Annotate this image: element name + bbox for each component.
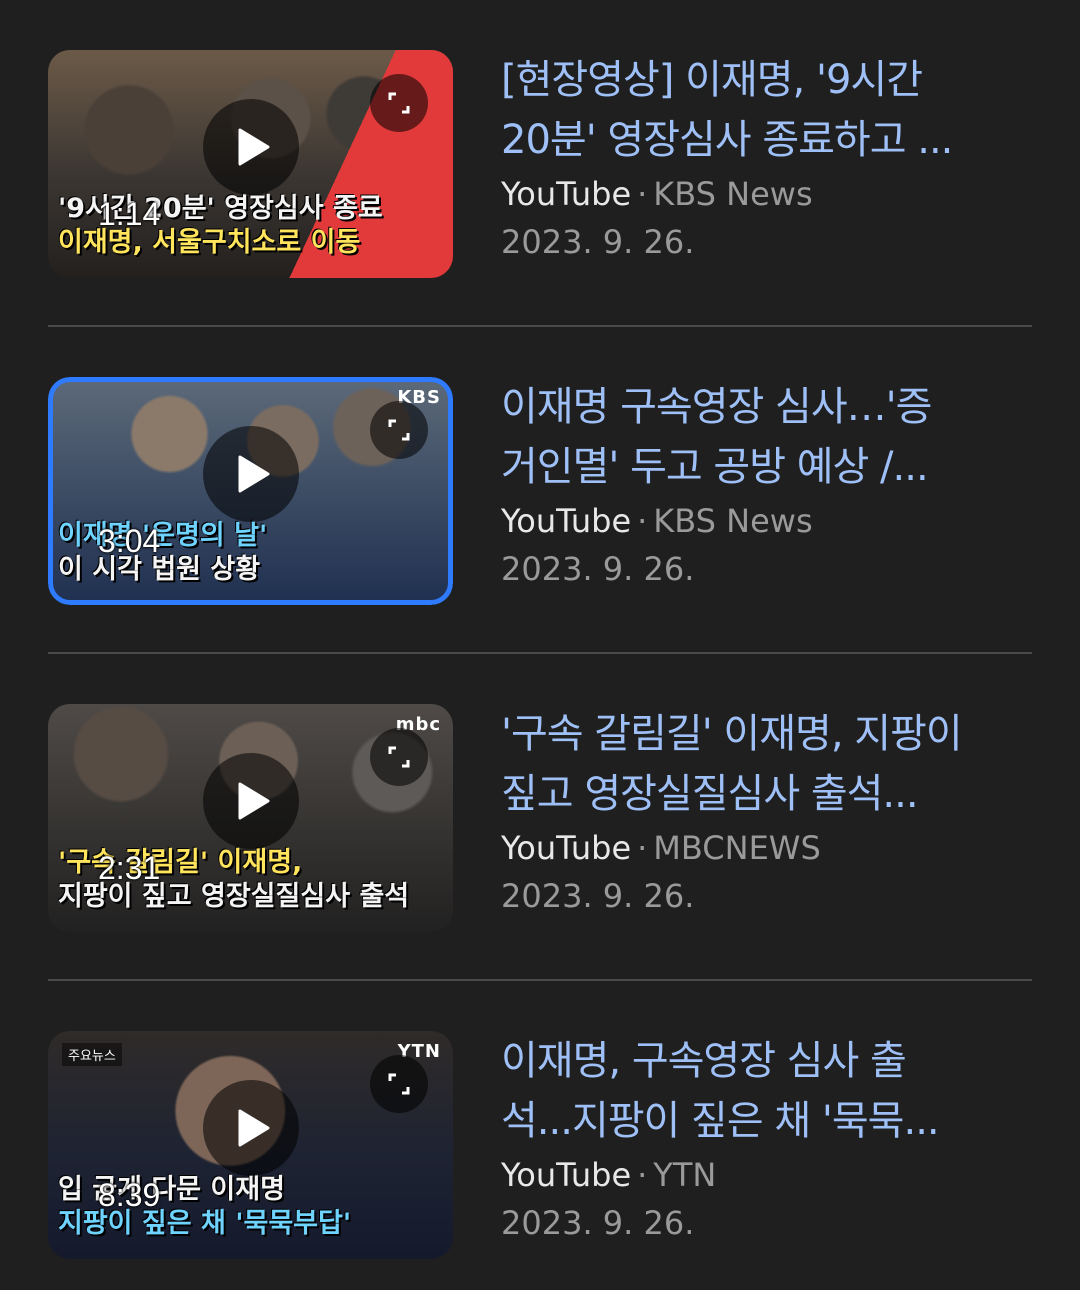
play-icon xyxy=(238,1109,270,1147)
divider xyxy=(48,325,1032,327)
video-date: 2023. 9. 26. xyxy=(501,550,695,588)
video-info: 이재명 구속영장 심사…'증 거인멸' 두고 공방 예상 /... YouTub… xyxy=(501,377,1032,605)
thumbnail-tag: 주요뉴스 xyxy=(62,1043,122,1066)
video-channel: KBS News xyxy=(653,502,813,540)
expand-button[interactable] xyxy=(370,74,428,132)
expand-icon xyxy=(388,746,410,768)
separator-dot: · xyxy=(637,175,648,213)
play-icon xyxy=(238,128,270,166)
separator-dot: · xyxy=(637,829,648,867)
video-title[interactable]: 이재명 구속영장 심사…'증 거인멸' 두고 공방 예상 /... xyxy=(501,377,1032,497)
expand-button[interactable] xyxy=(370,401,428,459)
video-date: 2023. 9. 26. xyxy=(501,223,695,261)
video-info: '구속 갈림길' 이재명, 지팡이 짚고 영장실질심사 출석... YouTub… xyxy=(501,704,1032,932)
video-title-line: 이재명, 구속영장 심사 출 xyxy=(501,1038,907,1084)
play-icon xyxy=(238,782,270,820)
play-button[interactable] xyxy=(203,1080,299,1176)
video-title[interactable]: '구속 갈림길' 이재명, 지팡이 짚고 영장실질심사 출석... xyxy=(501,704,1032,824)
video-date: 2023. 9. 26. xyxy=(501,1204,695,1242)
video-meta: YouTube · KBS News xyxy=(501,497,1032,545)
video-channel: MBCNEWS xyxy=(653,829,821,867)
divider xyxy=(48,979,1032,981)
expand-button[interactable] xyxy=(370,1055,428,1113)
video-duration: 1:14 xyxy=(98,196,161,232)
video-title-line: 거인멸' 두고 공방 예상 /... xyxy=(501,444,929,490)
video-source: YouTube xyxy=(501,175,632,213)
separator-dot: · xyxy=(637,502,648,540)
play-icon xyxy=(238,455,270,493)
video-title-line: 석...지팡이 짚은 채 '묵묵... xyxy=(501,1098,940,1144)
expand-button[interactable] xyxy=(370,728,428,786)
video-meta: YouTube · YTN xyxy=(501,1151,1032,1199)
video-thumbnail[interactable]: mbc '구속 갈림길' 이재명, 지팡이 짚고 영장실질심사 출석 2:31 xyxy=(48,704,453,932)
video-meta: YouTube · MBCNEWS xyxy=(501,824,1032,872)
play-button[interactable] xyxy=(203,753,299,849)
separator-dot: · xyxy=(637,1156,648,1194)
video-source: YouTube xyxy=(501,502,632,540)
video-duration: 3:04 xyxy=(98,523,161,559)
divider xyxy=(48,652,1032,654)
video-source: YouTube xyxy=(501,1156,632,1194)
video-title-line: '구속 갈림길' 이재명, 지팡이 xyxy=(501,711,963,757)
video-result-item[interactable]: KBS 이재명 '운명의 날' 이 시각 법원 상황 3:04 이재명 구속영장… xyxy=(48,377,1032,605)
video-title[interactable]: 이재명, 구속영장 심사 출 석...지팡이 짚은 채 '묵묵... xyxy=(501,1031,1032,1151)
video-channel: YTN xyxy=(653,1156,717,1194)
video-thumbnail[interactable]: '9시간 20분' 영장심사 종료 이재명, 서울구치소로 이동 1:14 xyxy=(48,50,453,278)
video-result-item[interactable]: '9시간 20분' 영장심사 종료 이재명, 서울구치소로 이동 1:14 [현… xyxy=(48,50,1032,278)
video-date: 2023. 9. 26. xyxy=(501,877,695,915)
video-info: [현장영상] 이재명, '9시간 20분' 영장심사 종료하고 ... YouT… xyxy=(501,50,1032,278)
video-info: 이재명, 구속영장 심사 출 석...지팡이 짚은 채 '묵묵... YouTu… xyxy=(501,1031,1032,1259)
video-title-line: [현장영상] 이재명, '9시간 xyxy=(501,57,923,103)
video-channel: KBS News xyxy=(653,175,813,213)
video-thumbnail[interactable]: 주요뉴스 YTN 입 굳게 다문 이재명 지팡이 짚은 채 '묵묵부답' 8:3… xyxy=(48,1031,453,1259)
expand-icon xyxy=(388,92,410,114)
video-duration: 2:31 xyxy=(98,850,161,886)
video-result-item[interactable]: 주요뉴스 YTN 입 굳게 다문 이재명 지팡이 짚은 채 '묵묵부답' 8:3… xyxy=(48,1031,1032,1259)
expand-icon xyxy=(388,1073,410,1095)
video-duration: 8:39 xyxy=(98,1177,161,1213)
expand-icon xyxy=(388,419,410,441)
play-button[interactable] xyxy=(203,426,299,522)
video-title-line: 이재명 구속영장 심사…'증 xyxy=(501,384,932,430)
play-button[interactable] xyxy=(203,99,299,195)
video-source: YouTube xyxy=(501,829,632,867)
video-meta: YouTube · KBS News xyxy=(501,170,1032,218)
video-title-line: 짚고 영장실질심사 출석... xyxy=(501,771,919,817)
video-title-line: 20분' 영장심사 종료하고 ... xyxy=(501,117,953,163)
search-results-list: '9시간 20분' 영장심사 종료 이재명, 서울구치소로 이동 1:14 [현… xyxy=(0,0,1080,1290)
video-title[interactable]: [현장영상] 이재명, '9시간 20분' 영장심사 종료하고 ... xyxy=(501,50,1032,170)
video-result-item[interactable]: mbc '구속 갈림길' 이재명, 지팡이 짚고 영장실질심사 출석 2:31 … xyxy=(48,704,1032,932)
video-thumbnail[interactable]: KBS 이재명 '운명의 날' 이 시각 법원 상황 3:04 xyxy=(48,377,453,605)
